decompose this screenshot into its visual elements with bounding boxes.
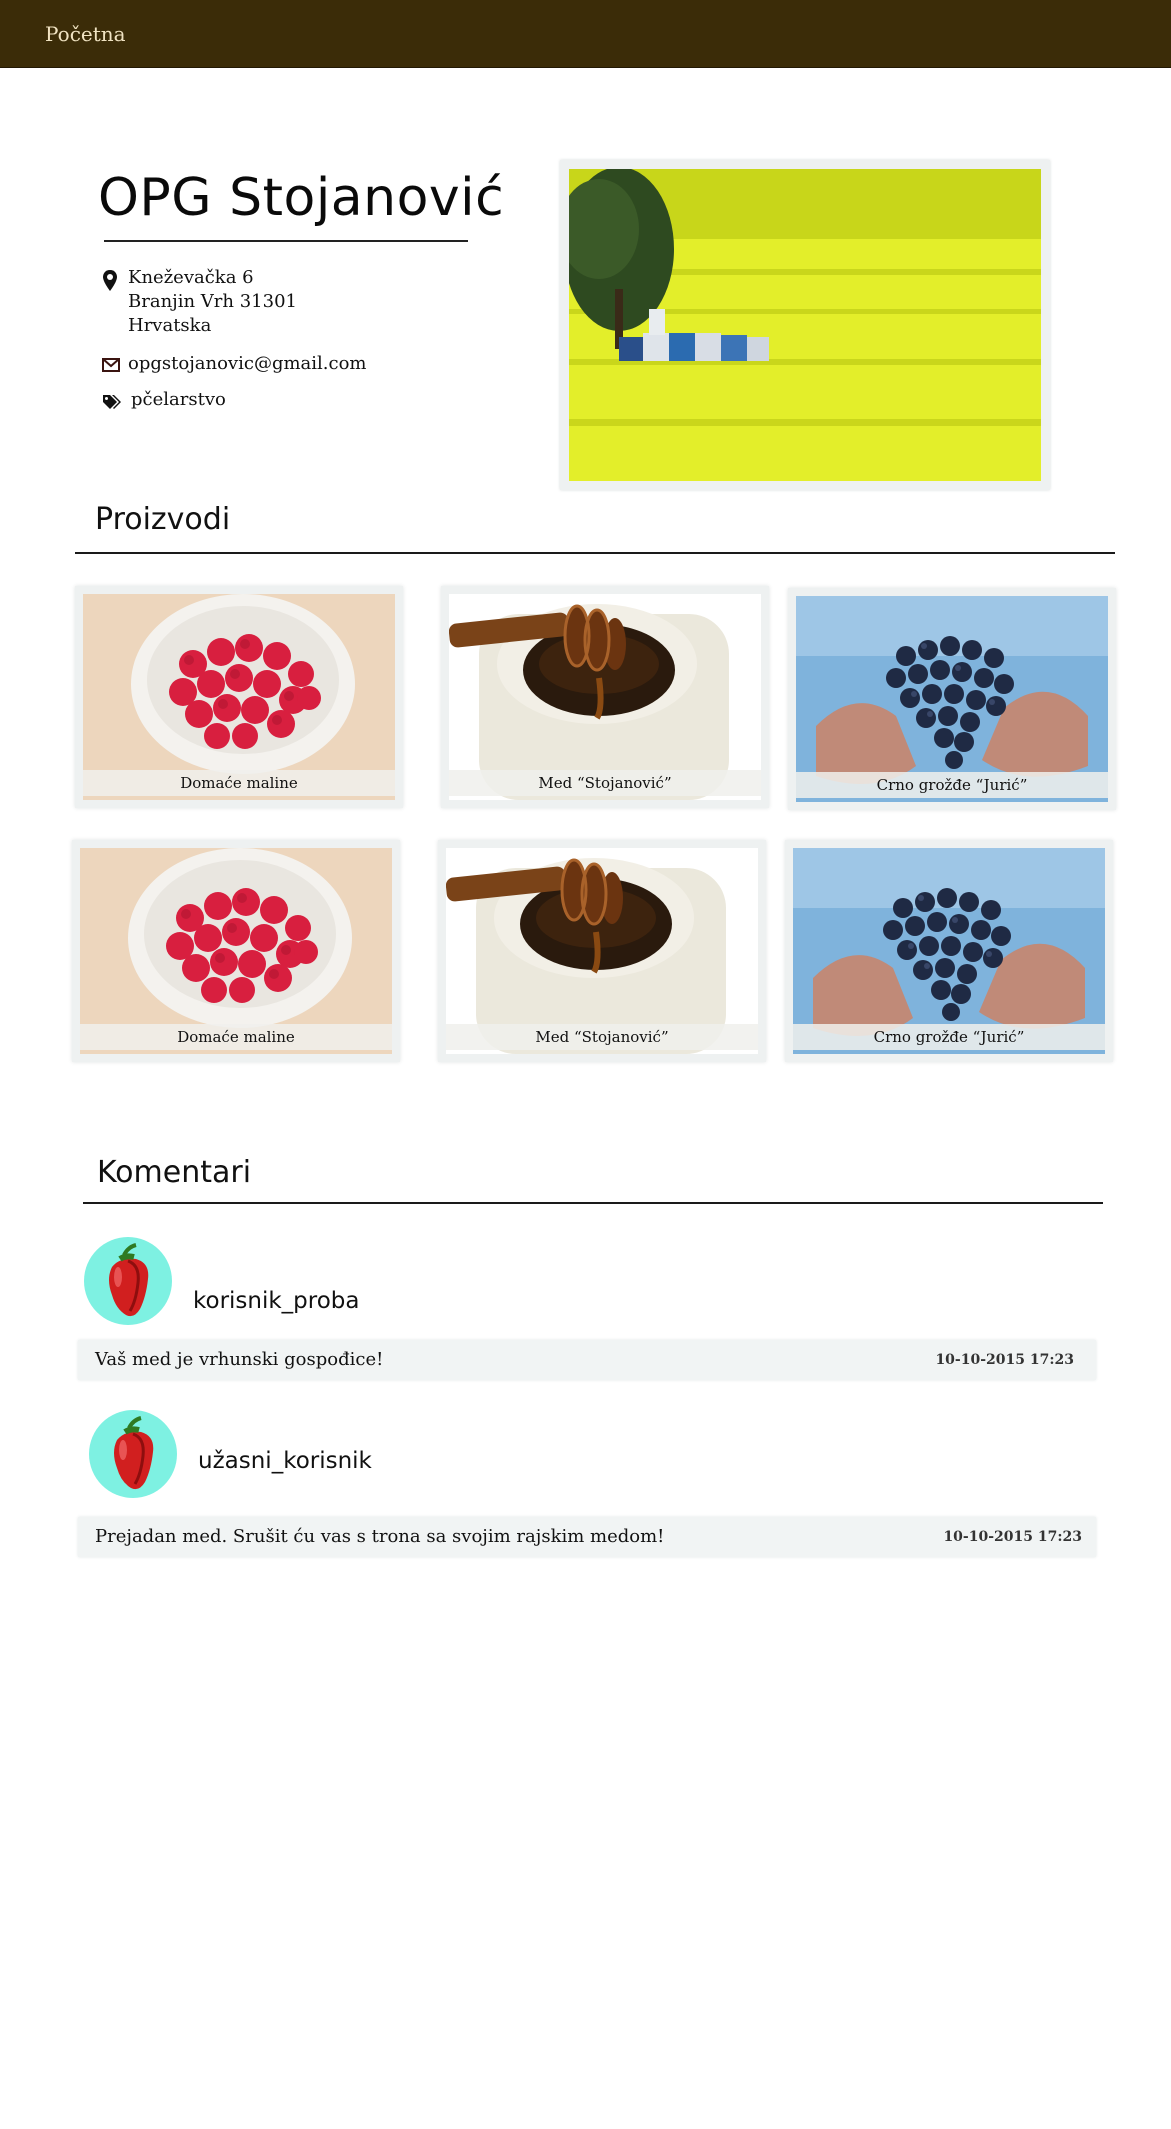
category-tag[interactable]: pčelarstvo — [131, 388, 226, 412]
product-card[interactable]: Crno grožđe “Jurić” — [788, 588, 1116, 810]
address-street: Kneževačka 6 — [128, 267, 254, 288]
comment-username[interactable]: užasni_korisnik — [198, 1448, 372, 1474]
comments-divider — [83, 1202, 1103, 1204]
product-card[interactable]: Domaće maline — [75, 586, 403, 808]
nav-home-link[interactable]: Početna — [45, 22, 126, 46]
address-text: Kneževačka 6 Branjin Vrh 31301 Hrvatska — [128, 266, 297, 338]
top-navbar: Početna — [0, 0, 1171, 68]
products-heading: Proizvodi — [95, 502, 231, 537]
comments-heading: Komentari — [97, 1155, 252, 1190]
comment-username[interactable]: korisnik_proba — [193, 1288, 360, 1314]
comment-text: Prejadan med. Srušit ću vas s trona sa s… — [95, 1526, 665, 1547]
product-label: Med “Stojanović” — [446, 1024, 758, 1050]
products-divider — [75, 552, 1115, 554]
product-label: Domaće maline — [83, 770, 395, 796]
location-pin-icon — [103, 270, 117, 291]
avatar[interactable] — [89, 1410, 177, 1498]
page-title: OPG Stojanović — [98, 168, 505, 228]
product-card[interactable]: Med “Stojanović” — [441, 586, 769, 808]
product-label: Crno grožđe “Jurić” — [793, 1024, 1105, 1050]
address-city: Branjin Vrh 31301 — [128, 291, 297, 312]
farm-hero-image — [560, 160, 1050, 490]
product-label: Domaće maline — [80, 1024, 392, 1050]
address-country: Hrvatska — [128, 315, 212, 336]
product-label: Med “Stojanović” — [449, 770, 761, 796]
tags-icon — [103, 395, 121, 409]
comment-bubble: Prejadan med. Srušit ću vas s trona sa s… — [78, 1517, 1096, 1557]
pepper-icon — [84, 1237, 172, 1325]
pepper-icon — [89, 1410, 177, 1498]
email-link[interactable]: opgstojanovic@gmail.com — [128, 352, 366, 376]
comment-timestamp: 10-10-2015 17:23 — [943, 1529, 1082, 1545]
comment-text: Vaš med je vrhunski gospođice! — [95, 1349, 384, 1370]
product-card[interactable]: Domaće maline — [72, 840, 400, 1062]
title-divider — [104, 240, 468, 242]
product-card[interactable]: Med “Stojanović” — [438, 840, 766, 1062]
product-card[interactable]: Crno grožđe “Jurić” — [785, 840, 1113, 1062]
mail-icon — [102, 358, 120, 372]
comment-bubble: Vaš med je vrhunski gospođice! 10-10-201… — [78, 1340, 1096, 1380]
comment-timestamp: 10-10-2015 17:23 — [935, 1352, 1074, 1368]
avatar[interactable] — [84, 1237, 172, 1325]
rapeseed-field-photo — [569, 169, 1041, 481]
product-label: Crno grožđe “Jurić” — [796, 772, 1108, 798]
